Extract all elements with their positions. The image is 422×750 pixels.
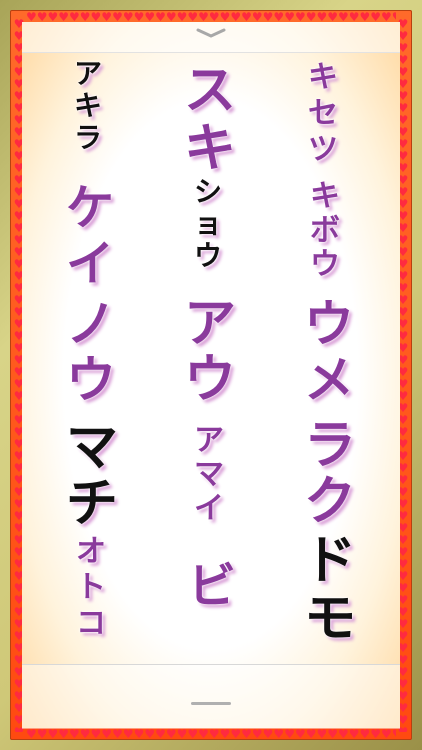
word-char: イ [194,491,224,526]
bottom-handle[interactable] [22,664,400,729]
word-amai[interactable]: アマイ [194,424,224,526]
word-grid[interactable]: アキラ スキ キセツ ケイ ショウ キボウ ノウ アウ ウメ マチ アマイ ラク… [22,52,400,664]
word-char: ア [184,294,237,354]
grab-bar-icon[interactable] [191,702,231,705]
word-au[interactable]: アウ [184,296,236,408]
word-char: ト [76,570,106,605]
word-char: ビ [188,558,237,614]
word-char: ウ [304,295,354,353]
word-otoko[interactable]: オトコ [76,534,106,642]
word-char: ス [184,61,237,121]
word-shou[interactable]: ショウ [194,176,222,272]
word-char: シ [194,175,223,208]
word-char: チ [66,474,119,534]
chevron-down-icon[interactable] [196,28,226,38]
word-kei[interactable]: ケイ [66,180,114,292]
word-char: ウ [194,239,223,272]
word-char: ク [304,472,357,532]
word-suki[interactable]: スキ [184,62,236,178]
word-char: ケ [66,180,115,236]
word-char: イ [66,236,115,292]
word-kisetsu[interactable]: キセツ [308,60,338,168]
game-screen: ♥ ♥ ♥ ♥ ♥ ♥ ♥ ♥ ♥ ♥ ♥ ♥ ♥ ♥ ♥ ♥ ♥ ♥ ♥ ♥ ♥ ♥ ♥ ♥ ♥ ♥ ♥ ♥ ♥ ♥ ♥ ♥ ♥ ♥ ♥ ♥ ♥ ♥ ♥ ♥… [0,0,422,750]
word-char: ボ [310,213,340,248]
word-raku[interactable]: ラク [304,418,356,530]
word-akira[interactable]: アキラ [74,58,102,154]
word-machi[interactable]: マチ [66,420,118,532]
word-char: ノ [66,295,116,353]
word-domo[interactable]: ドモ [304,532,356,648]
word-char: ア [194,423,224,458]
heart-icon-strip-bottom: ♥♥♥♥♥♥♥♥♥♥♥♥♥♥♥♥♥♥♥♥♥♥♥♥♥♥♥♥♥♥♥♥♥♥♥♥♥♥♥♥ [26,728,396,740]
word-char: キ [74,89,103,122]
word-char: キ [308,60,338,95]
word-char: オ [76,534,106,569]
word-char: ウ [310,247,340,282]
word-char: マ [194,457,224,492]
word-char: マ [66,418,119,478]
word-char: ョ [194,207,223,240]
word-char: ア [74,57,103,90]
word-kibou[interactable]: キボウ [310,180,340,282]
word-char: キ [310,179,340,214]
word-char: コ [76,606,106,641]
word-char: モ [304,589,357,649]
word-char: ラ [304,416,357,476]
word-char: メ [304,351,354,409]
word-char: ウ [184,350,237,410]
word-nou[interactable]: ノウ [66,296,116,408]
word-bi[interactable]: ビ [188,558,236,614]
word-char: セ [308,96,338,131]
word-ume[interactable]: ウメ [304,296,354,408]
word-char: ウ [66,351,116,409]
word-char: キ [184,119,237,179]
word-char: ツ [308,132,338,167]
word-char: ラ [74,121,103,154]
word-char: ド [304,531,357,591]
